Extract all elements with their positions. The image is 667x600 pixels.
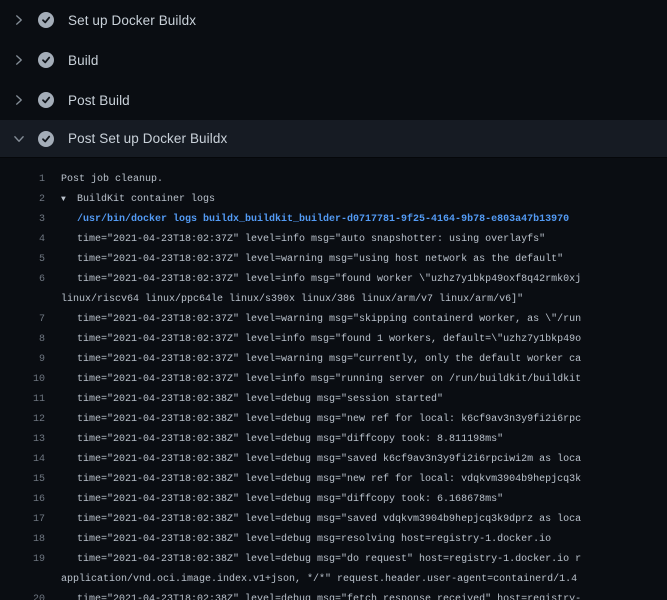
step-label: Post Set up Docker Buildx (68, 131, 227, 146)
log-line-number[interactable] (0, 570, 45, 590)
chevron-right-icon[interactable] (13, 54, 25, 66)
log-line-text: time="2021-04-23T18:02:38Z" level=debug … (77, 450, 581, 470)
log-line: 10 time="2021-04-23T18:02:37Z" level=inf… (0, 370, 667, 390)
log-line-text: time="2021-04-23T18:02:37Z" level=info m… (77, 270, 581, 290)
check-circle-icon (38, 131, 54, 147)
log-line: 2 ▼BuildKit container logs (0, 190, 667, 210)
log-line: 5 time="2021-04-23T18:02:37Z" level=warn… (0, 250, 667, 270)
log-line: 12 time="2021-04-23T18:02:38Z" level=deb… (0, 410, 667, 430)
log-line-text: time="2021-04-23T18:02:38Z" level=debug … (77, 430, 503, 450)
log-line: 16 time="2021-04-23T18:02:38Z" level=deb… (0, 490, 667, 510)
log-line-number[interactable]: 9 (0, 350, 45, 370)
log-panel: 1 Post job cleanup. 2 ▼BuildKit containe… (0, 158, 667, 600)
check-circle-icon (38, 12, 54, 28)
chevron-right-icon[interactable] (13, 14, 25, 26)
log-line-text: time="2021-04-23T18:02:37Z" level=info m… (77, 330, 581, 350)
log-line: 7 time="2021-04-23T18:02:37Z" level=warn… (0, 310, 667, 330)
actions-log-viewer: Set up Docker Buildx Build P (0, 0, 667, 600)
log-line: 3 /usr/bin/docker logs buildx_buildkit_b… (0, 210, 667, 230)
step-row[interactable]: Post Build (0, 80, 667, 120)
log-line-number[interactable]: 20 (0, 590, 45, 600)
log-line-number[interactable]: 3 (0, 210, 45, 230)
log-line-text: time="2021-04-23T18:02:38Z" level=debug … (77, 590, 581, 600)
log-line: 13 time="2021-04-23T18:02:38Z" level=deb… (0, 430, 667, 450)
log-line: 18 time="2021-04-23T18:02:38Z" level=deb… (0, 530, 667, 550)
log-line: 14 time="2021-04-23T18:02:38Z" level=deb… (0, 450, 667, 470)
log-line-text: time="2021-04-23T18:02:38Z" level=debug … (77, 550, 581, 570)
log-line-number[interactable]: 13 (0, 430, 45, 450)
log-line-number[interactable]: 14 (0, 450, 45, 470)
step-row[interactable]: Set up Docker Buildx (0, 0, 667, 40)
log-line-text: linux/riscv64 linux/ppc64le linux/s390x … (61, 290, 523, 310)
log-line-text: time="2021-04-23T18:02:37Z" level=info m… (77, 230, 545, 250)
log-line-text: time="2021-04-23T18:02:38Z" level=debug … (77, 390, 443, 410)
chevron-down-icon[interactable] (13, 133, 25, 145)
log-line-text: application/vnd.oci.image.index.v1+json,… (61, 570, 577, 590)
log-line-text: time="2021-04-23T18:02:38Z" level=debug … (77, 490, 503, 510)
check-circle-icon (38, 92, 54, 108)
log-line-number[interactable]: 12 (0, 410, 45, 430)
step-row[interactable]: Post Set up Docker Buildx (0, 120, 667, 158)
log-line-number[interactable]: 17 (0, 510, 45, 530)
log-line-text: time="2021-04-23T18:02:38Z" level=debug … (77, 470, 581, 490)
log-line-text: time="2021-04-23T18:02:37Z" level=warnin… (77, 350, 581, 370)
log-line-text: /usr/bin/docker logs buildx_buildkit_bui… (77, 210, 569, 230)
log-line-number[interactable]: 4 (0, 230, 45, 250)
log-line: 9 time="2021-04-23T18:02:37Z" level=warn… (0, 350, 667, 370)
log-line: 6 time="2021-04-23T18:02:37Z" level=info… (0, 270, 667, 290)
log-line-text: time="2021-04-23T18:02:38Z" level=debug … (77, 510, 581, 530)
log-line-number[interactable]: 7 (0, 310, 45, 330)
log-line-text: time="2021-04-23T18:02:37Z" level=warnin… (77, 250, 563, 270)
step-label: Build (68, 53, 99, 68)
check-circle-icon (38, 52, 54, 68)
log-line: 15 time="2021-04-23T18:02:38Z" level=deb… (0, 470, 667, 490)
log-line: 11 time="2021-04-23T18:02:38Z" level=deb… (0, 390, 667, 410)
log-line-number[interactable]: 19 (0, 550, 45, 570)
log-line-number[interactable]: 5 (0, 250, 45, 270)
step-label: Post Build (68, 93, 130, 108)
log-line-number[interactable]: 8 (0, 330, 45, 350)
log-line-number[interactable]: 16 (0, 490, 45, 510)
log-line: 17 time="2021-04-23T18:02:38Z" level=deb… (0, 510, 667, 530)
log-line-number[interactable]: 2 (0, 190, 45, 210)
log-line-number[interactable] (0, 290, 45, 310)
log-line-text: time="2021-04-23T18:02:37Z" level=warnin… (77, 310, 581, 330)
log-line: linux/riscv64 linux/ppc64le linux/s390x … (0, 290, 667, 310)
log-line-number[interactable]: 6 (0, 270, 45, 290)
log-line: 1 Post job cleanup. (0, 170, 667, 190)
log-line: 8 time="2021-04-23T18:02:37Z" level=info… (0, 330, 667, 350)
steps-list: Set up Docker Buildx Build P (0, 0, 667, 158)
log-line-text: ▼BuildKit container logs (61, 190, 215, 210)
log-line: 20 time="2021-04-23T18:02:38Z" level=deb… (0, 590, 667, 600)
step-label: Set up Docker Buildx (68, 13, 196, 28)
log-line-number[interactable]: 1 (0, 170, 45, 190)
log-line-number[interactable]: 15 (0, 470, 45, 490)
log-line-number[interactable]: 11 (0, 390, 45, 410)
log-line-text: time="2021-04-23T18:02:38Z" level=debug … (77, 410, 581, 430)
group-toggle-icon[interactable]: ▼ (61, 190, 77, 210)
log-line: 4 time="2021-04-23T18:02:37Z" level=info… (0, 230, 667, 250)
log-line-number[interactable]: 18 (0, 530, 45, 550)
log-line-text: time="2021-04-23T18:02:38Z" level=debug … (77, 530, 551, 550)
log-line-text: Post job cleanup. (61, 170, 163, 190)
log-line-text: time="2021-04-23T18:02:37Z" level=info m… (77, 370, 581, 390)
log-line: application/vnd.oci.image.index.v1+json,… (0, 570, 667, 590)
log-line: 19 time="2021-04-23T18:02:38Z" level=deb… (0, 550, 667, 570)
log-line-number[interactable]: 10 (0, 370, 45, 390)
step-row[interactable]: Build (0, 40, 667, 80)
chevron-right-icon[interactable] (13, 94, 25, 106)
